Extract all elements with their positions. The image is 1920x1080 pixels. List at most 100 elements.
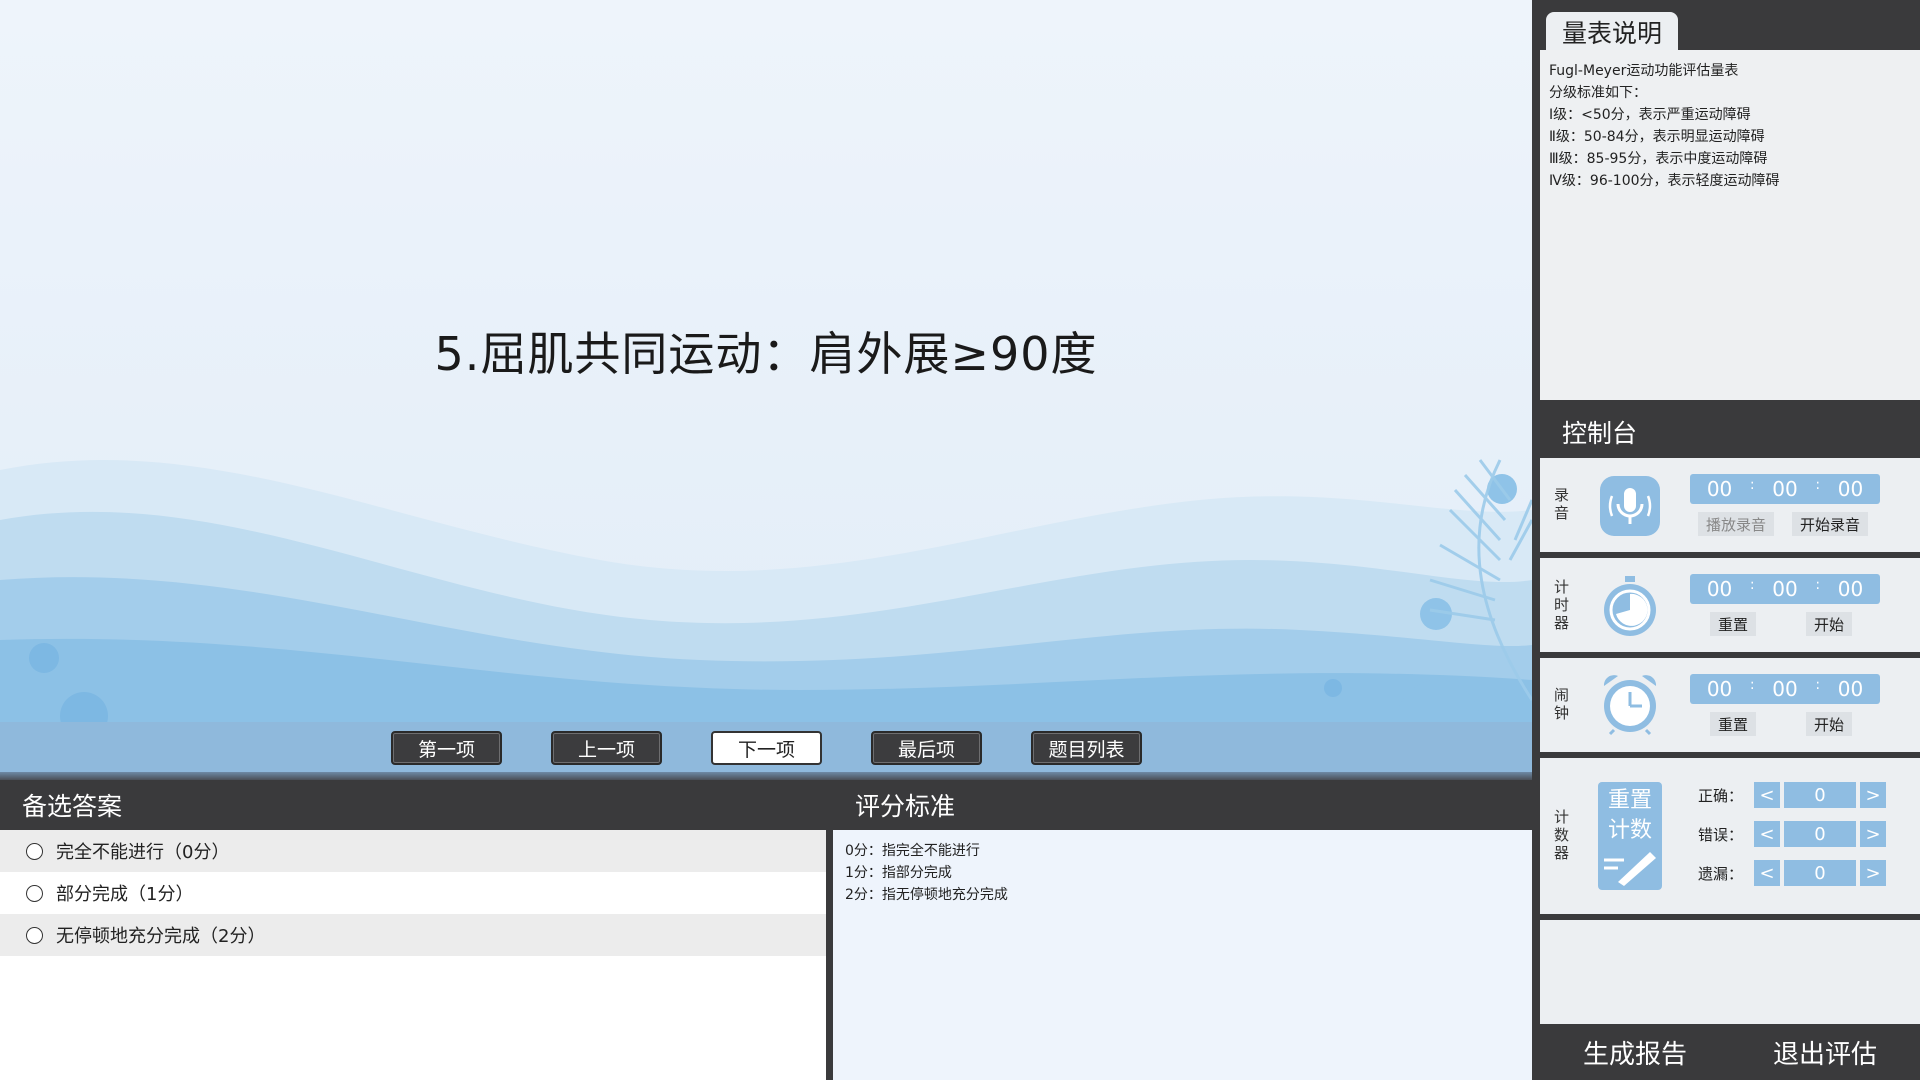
console-empty-area (1540, 920, 1920, 1024)
alarm-block: 闹 钟 00 : 00 : 00 重置 开始 (1540, 658, 1920, 752)
reset-counter-label: 重置 (1607, 788, 1652, 813)
counter-row-correct: 正确： < 0 > (1698, 780, 1890, 810)
minutes-value: 00 (1772, 477, 1798, 501)
seconds-value: 00 (1837, 577, 1864, 601)
timer-start-button[interactable]: 开始 (1806, 612, 1853, 636)
time-separator: : (1815, 477, 1821, 493)
answer-option-label: 无停顿地充分完成（2分） (56, 926, 266, 947)
counter-value: 0 (1784, 782, 1856, 808)
decrement-button[interactable]: < (1754, 821, 1780, 847)
next-item-button[interactable]: 下一项 (711, 731, 822, 765)
previous-item-button[interactable]: 上一项 (551, 731, 662, 765)
criteria-header: 评分标准 (833, 780, 1532, 830)
counter-label: 计 数 器 (1554, 808, 1570, 862)
time-separator: : (1815, 577, 1821, 593)
alarm-time-display: 00 : 00 : 00 (1690, 674, 1880, 704)
answer-option[interactable]: 部分完成（1分） (0, 872, 826, 914)
answer-options-panel: 备选答案 完全不能进行（0分） 部分完成（1分） 无停顿地充分完成（2分） (0, 780, 826, 1080)
generate-report-button[interactable]: 生成报告 (1540, 1024, 1730, 1080)
timer-time-display: 00 : 00 : 00 (1690, 574, 1880, 604)
counter-block: 计 数 器 重置 计数 正确： < 0 > 错误： < 0 > 遗漏： < 0 … (1540, 758, 1920, 914)
timer-label: 计 时 器 (1554, 578, 1570, 632)
console-header: 控制台 (1540, 408, 1920, 456)
label-char: 录 (1554, 486, 1570, 504)
time-separator: : (1749, 477, 1755, 493)
decrement-button[interactable]: < (1754, 860, 1780, 886)
timer-reset-button[interactable]: 重置 (1710, 612, 1757, 636)
alarm-start-button[interactable]: 开始 (1806, 712, 1853, 736)
time-separator: : (1815, 677, 1821, 693)
label-char: 器 (1554, 844, 1570, 862)
question-stage: 5.屈肌共同运动：肩外展≥90度 (0, 0, 1532, 722)
label-char: 钟 (1554, 704, 1570, 722)
radio-button[interactable] (26, 926, 43, 944)
scale-line: 分级标准如下： (1549, 85, 1647, 101)
answer-option[interactable]: 无停顿地充分完成（2分） (0, 914, 826, 956)
scale-line: Ⅱ级：50-84分，表示明显运动障碍 (1549, 129, 1765, 145)
scale-description-tab[interactable]: 量表说明 (1546, 12, 1678, 52)
alarm-reset-button[interactable]: 重置 (1710, 712, 1757, 736)
minutes-value: 00 (1772, 577, 1798, 601)
timer-block: 计 时 器 00 : 00 : 00 重置 开始 (1540, 558, 1920, 652)
seconds-value: 00 (1837, 477, 1864, 501)
reset-counter-button[interactable]: 重置 计数 (1598, 782, 1662, 890)
question-title: 5.屈肌共同运动：肩外展≥90度 (434, 327, 1098, 381)
bottom-actions-bar: 生成报告 退出评估 (1540, 1024, 1920, 1080)
counter-value: 0 (1784, 860, 1856, 886)
increment-button[interactable]: > (1860, 860, 1886, 886)
counter-row-omission: 遗漏： < 0 > (1698, 858, 1890, 888)
hours-value: 00 (1706, 477, 1733, 501)
minutes-value: 00 (1772, 677, 1798, 701)
stopwatch-icon (1604, 576, 1656, 636)
hours-value: 00 (1706, 677, 1733, 701)
label-char: 计 (1554, 808, 1570, 826)
criteria-text: 0分：指完全不能进行 1分：指部分完成 2分：指无停顿地充分完成 (833, 830, 1532, 916)
label-char: 时 (1554, 596, 1570, 614)
criteria-line: 2分：指无停顿地充分完成 (845, 887, 1008, 903)
increment-button[interactable]: > (1860, 821, 1886, 847)
time-separator: : (1749, 677, 1755, 693)
counter-row-label: 遗漏： (1698, 864, 1744, 883)
label-char: 数 (1554, 826, 1570, 844)
time-separator: : (1749, 577, 1755, 593)
scale-line: Ⅰ级：<50分，表示严重运动障碍 (1549, 107, 1751, 123)
alarm-clock-icon (1603, 675, 1657, 736)
scoring-criteria-panel: 评分标准 0分：指完全不能进行 1分：指部分完成 2分：指无停顿地充分完成 (833, 780, 1532, 1080)
recorder-label: 录 音 (1554, 486, 1570, 522)
pencil-icon (1604, 852, 1656, 886)
reset-counter-label: 计数 (1607, 818, 1652, 843)
increment-button[interactable]: > (1860, 782, 1886, 808)
criteria-line: 1分：指部分完成 (845, 865, 952, 881)
start-recording-button[interactable]: 开始录音 (1792, 512, 1869, 536)
play-recording-button[interactable]: 播放录音 (1698, 512, 1775, 536)
label-char: 器 (1554, 614, 1570, 632)
microphone-icon[interactable] (1598, 474, 1662, 538)
question-nav-bar: 第一项 上一项 下一项 最后项 题目列表 (0, 722, 1532, 772)
answer-option[interactable]: 完全不能进行（0分） (0, 830, 826, 872)
scale-line: Ⅲ级：85-95分，表示中度运动障碍 (1549, 151, 1768, 167)
right-sidebar: 量表说明 Fugl-Meyer运动功能评估量表 分级标准如下： Ⅰ级：<50分，… (1532, 0, 1920, 1080)
scale-line: Ⅳ级：96-100分，表示轻度运动障碍 (1549, 173, 1780, 189)
alarm-label: 闹 钟 (1554, 686, 1570, 722)
label-char: 计 (1554, 578, 1570, 596)
counter-row-label: 错误： (1698, 825, 1744, 844)
radio-button[interactable] (26, 884, 43, 902)
first-item-button[interactable]: 第一项 (391, 731, 502, 765)
counter-value: 0 (1784, 821, 1856, 847)
decrement-button[interactable]: < (1754, 782, 1780, 808)
radio-button[interactable] (26, 842, 43, 860)
scale-description-text: Fugl-Meyer运动功能评估量表 分级标准如下： Ⅰ级：<50分，表示严重运… (1540, 50, 1920, 400)
exit-evaluation-button[interactable]: 退出评估 (1730, 1024, 1920, 1080)
scale-line: Fugl-Meyer运动功能评估量表 (1549, 63, 1739, 79)
item-list-button[interactable]: 题目列表 (1031, 731, 1142, 765)
hours-value: 00 (1706, 577, 1733, 601)
label-char: 音 (1554, 504, 1570, 522)
answer-option-label: 部分完成（1分） (56, 884, 194, 905)
answers-header: 备选答案 (0, 780, 826, 830)
nav-divider (0, 772, 1532, 780)
last-item-button[interactable]: 最后项 (871, 731, 982, 765)
panel-divider (826, 780, 833, 1080)
seconds-value: 00 (1837, 677, 1864, 701)
recorder-time-display: 00 : 00 : 00 (1690, 474, 1880, 504)
recorder-block: 录 音 00 : 00 : 00 播放录音 开始录音 (1540, 458, 1920, 552)
